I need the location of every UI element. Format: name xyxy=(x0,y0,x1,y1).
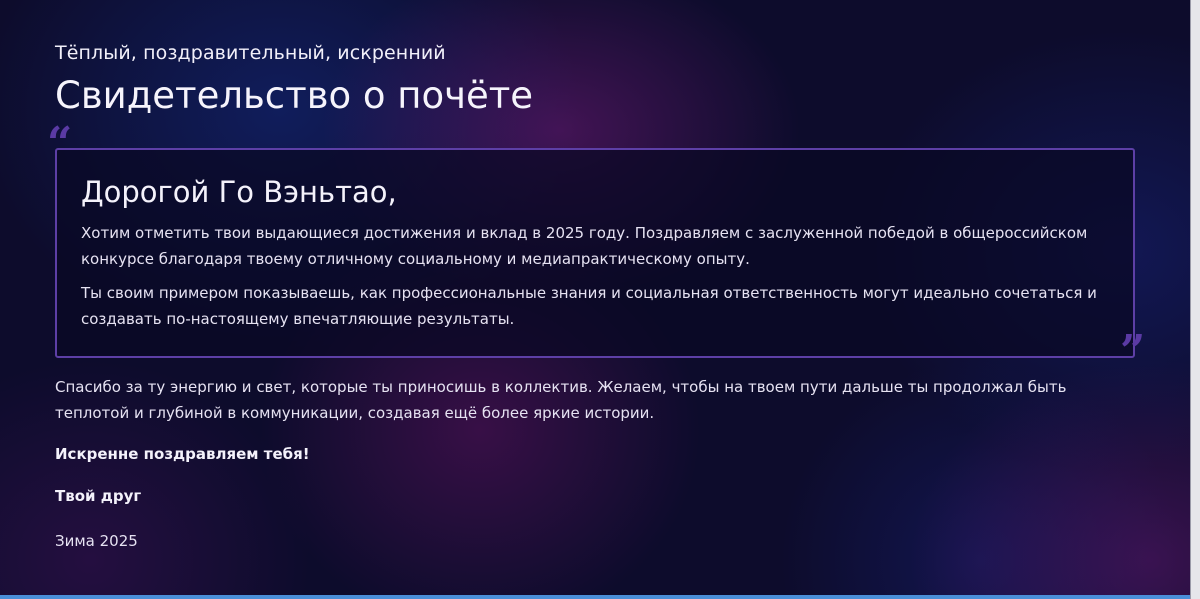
certificate-subtitle: Тёплый, поздравительный, искренний xyxy=(55,42,446,64)
signature: Твой друг xyxy=(55,487,142,505)
certificate-title: Свидетельство о почёте xyxy=(55,74,534,117)
greeting: Дорогой Го Вэньтао, xyxy=(81,175,397,209)
quote-card: Дорогой Го Вэньтао, Хотим отметить твои … xyxy=(55,148,1135,358)
quote-paragraph-2: Ты своим примером показываешь, как профе… xyxy=(81,284,1097,328)
date-line: Зима 2025 xyxy=(55,532,138,550)
open-quote-icon: “ xyxy=(47,118,73,169)
thanks-paragraph: Спасибо за ту энергию и свет, которые ты… xyxy=(55,378,1067,422)
quote-paragraph-1: Хотим отметить твои выдающиеся достижени… xyxy=(81,224,1088,268)
window-bottom-edge xyxy=(0,595,1190,599)
wishes-line: Искренне поздравляем тебя! xyxy=(55,445,310,463)
close-quote-icon: ” xyxy=(1120,326,1146,377)
window-scrollbar-track[interactable] xyxy=(1190,0,1200,599)
